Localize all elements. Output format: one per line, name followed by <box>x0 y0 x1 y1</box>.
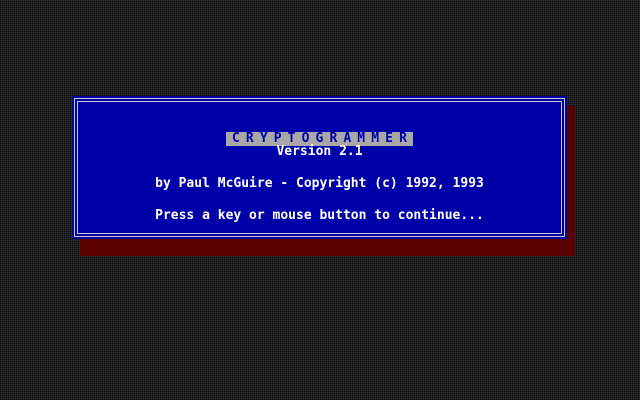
copyright-credit: by Paul McGuire - Copyright (c) 1992, 19… <box>155 176 484 191</box>
desktop-background: CRYPTOGRAMMER Version 2.1 by Paul McGuir… <box>0 0 640 400</box>
version-label: Version 2.1 <box>276 144 363 159</box>
dialog-content: CRYPTOGRAMMER Version 2.1 by Paul McGuir… <box>72 96 567 239</box>
splash-dialog[interactable]: CRYPTOGRAMMER Version 2.1 by Paul McGuir… <box>72 96 567 239</box>
continue-prompt: Press a key or mouse button to continue.… <box>155 208 484 223</box>
